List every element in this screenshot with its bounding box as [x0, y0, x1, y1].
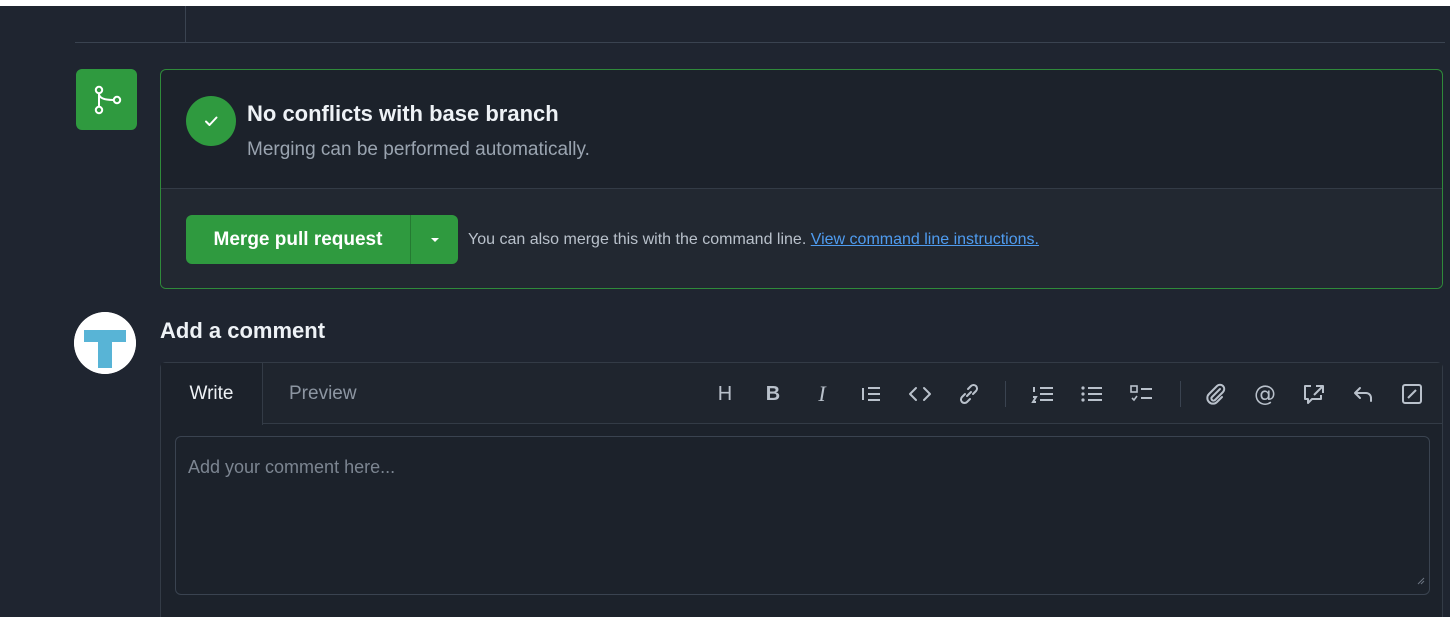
merge-hint: You can also merge this with the command… — [468, 231, 1039, 249]
heading-icon[interactable]: H — [710, 379, 740, 409]
slash-commands-icon[interactable] — [1397, 379, 1427, 409]
quote-icon[interactable] — [856, 379, 886, 409]
attach-icon[interactable] — [1201, 379, 1231, 409]
command-line-instructions-link[interactable]: View command line instructions. — [811, 231, 1039, 248]
tab-write[interactable]: Write — [161, 363, 263, 425]
merge-options-dropdown[interactable] — [410, 215, 458, 264]
mention-icon[interactable]: @ — [1250, 379, 1280, 409]
merge-button-group: Merge pull request — [186, 215, 458, 264]
git-merge-icon — [76, 69, 137, 130]
undo-icon[interactable] — [1348, 379, 1378, 409]
numbered-list-icon[interactable] — [1028, 379, 1058, 409]
task-list-icon[interactable] — [1127, 379, 1157, 409]
avatar[interactable] — [74, 312, 136, 374]
avatar-image — [74, 312, 136, 374]
toolbar-divider — [1180, 381, 1181, 407]
code-icon[interactable] — [905, 379, 935, 409]
triangle-down-icon — [430, 237, 439, 242]
merge-actions: Merge pull request You can also merge th… — [161, 188, 1442, 288]
merge-panel: No conflicts with base branch Merging ca… — [160, 69, 1443, 289]
merge-hint-text: You can also merge this with the command… — [468, 231, 807, 248]
merge-pull-request-button[interactable]: Merge pull request — [186, 215, 410, 264]
comment-textarea[interactable]: Add your comment here... — [175, 436, 1430, 595]
merge-status-subtitle: Merging can be performed automatically. — [247, 139, 590, 160]
comment-heading: Add a comment — [160, 318, 326, 343]
toolbar-divider — [1005, 381, 1006, 407]
unordered-list-icon[interactable] — [1077, 379, 1107, 409]
italic-icon[interactable]: I — [807, 379, 837, 409]
comment-tabs-bar: Write Preview H B I @ — [161, 363, 1442, 425]
top-edge — [0, 0, 1450, 6]
tab-preview[interactable]: Preview — [289, 363, 357, 424]
check-circle-icon — [186, 96, 236, 146]
merge-status: No conflicts with base branch Merging ca… — [161, 70, 1442, 188]
bold-icon[interactable]: B — [758, 379, 788, 409]
timeline-separator — [75, 42, 1445, 43]
comment-placeholder: Add your comment here... — [188, 457, 396, 477]
timeline-line — [185, 6, 186, 42]
reference-icon[interactable] — [1299, 379, 1329, 409]
merge-status-title: No conflicts with base branch — [247, 101, 559, 126]
link-icon[interactable] — [954, 379, 984, 409]
resize-handle-icon[interactable] — [1415, 569, 1425, 590]
comment-box: Write Preview H B I @ Add your comment h… — [160, 362, 1443, 617]
